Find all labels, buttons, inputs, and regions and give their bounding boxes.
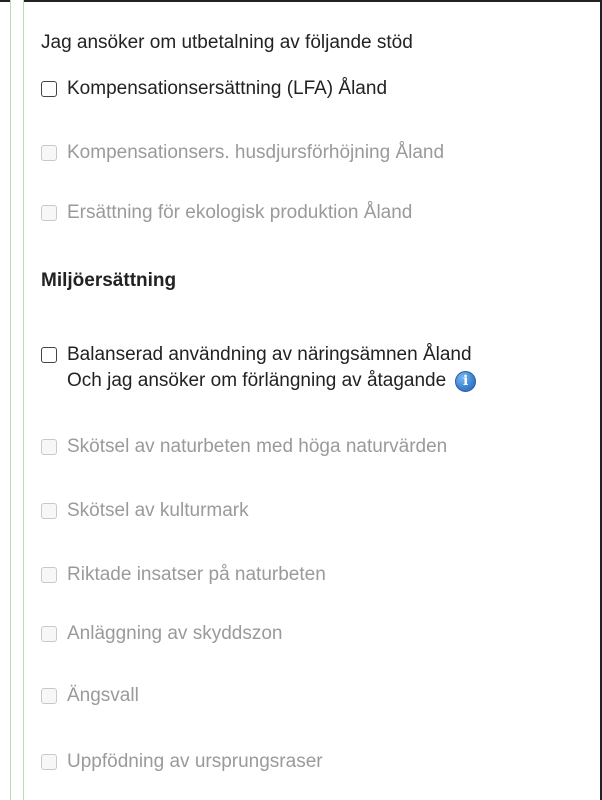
checkbox-skyddszon — [41, 626, 57, 642]
checkbox-husdjursforhojning — [41, 145, 57, 161]
option-kulturmark: Skötsel av kulturmark — [41, 499, 249, 523]
option-label: Ängsvall — [67, 685, 139, 706]
checkbox-ursprungsraser — [41, 754, 57, 770]
option-label: Ersättning för ekologisk produktion Ålan… — [67, 202, 413, 223]
option-label: Kompensationsers. husdjursförhöjning Åla… — [67, 142, 445, 163]
checkbox-naturbeten-hoga-naturvarden — [41, 439, 57, 455]
option-label: Riktade insatser på naturbeten — [67, 564, 326, 585]
info-icon[interactable]: i — [455, 370, 477, 392]
option-husdjursforhojning: Kompensationsers. husdjursförhöjning Åla… — [41, 141, 444, 165]
checkbox-kulturmark — [41, 503, 57, 519]
option-naturbeten-hoga-naturvarden: Skötsel av naturbeten med höga naturvärd… — [41, 435, 447, 459]
checkbox-ekologisk-produktion — [41, 205, 57, 221]
extension-line: Och jag ansöker om förlängning av åtagan… — [67, 369, 477, 393]
extension-text: Och jag ansöker om förlängning av åtagan… — [67, 370, 447, 391]
option-ekologisk-produktion: Ersättning för ekologisk produktion Ålan… — [41, 201, 412, 225]
option-label: Balanserad användning av näringsämnen Ål… — [67, 344, 472, 365]
left-rail — [10, 0, 24, 800]
option-label: Uppfödning av ursprungsraser — [67, 751, 323, 772]
option-label: Skötsel av naturbeten med höga naturvärd… — [67, 436, 448, 457]
checkbox-lfa[interactable] — [41, 81, 57, 97]
option-naringsamnen[interactable]: Balanserad användning av näringsämnen Ål… — [41, 343, 472, 367]
environment-heading: Miljöersättning — [41, 270, 177, 291]
option-skyddszon: Anläggning av skyddszon — [41, 622, 282, 646]
form-panel — [0, 0, 602, 800]
checkbox-naringsamnen[interactable] — [41, 347, 57, 363]
checkbox-angsvall — [41, 688, 57, 704]
option-label: Skötsel av kulturmark — [67, 500, 249, 521]
checkbox-riktade-insatser — [41, 567, 57, 583]
option-lfa[interactable]: Kompensationsersättning (LFA) Åland — [41, 77, 387, 101]
option-label: Kompensationsersättning (LFA) Åland — [67, 78, 388, 99]
support-intro: Jag ansöker om utbetalning av följande s… — [41, 32, 413, 53]
option-riktade-insatser: Riktade insatser på naturbeten — [41, 563, 326, 587]
option-label: Anläggning av skyddszon — [67, 623, 283, 644]
option-angsvall: Ängsvall — [41, 684, 139, 708]
option-ursprungsraser: Uppfödning av ursprungsraser — [41, 750, 323, 774]
